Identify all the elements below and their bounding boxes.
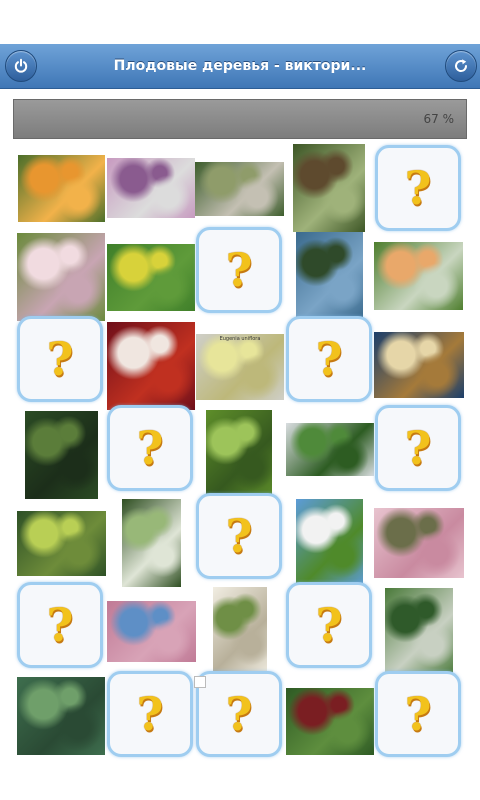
photo	[293, 144, 365, 232]
card-image-green-leaves[interactable]	[17, 677, 105, 755]
photo	[17, 677, 105, 755]
card-hidden[interactable]: ?	[196, 493, 282, 579]
card-image-blood-oranges[interactable]	[107, 322, 195, 410]
power-icon	[14, 58, 28, 73]
card-image-hedge-tree[interactable]	[385, 588, 453, 676]
photo	[374, 242, 463, 310]
status-bar	[0, 0, 480, 44]
checkbox	[194, 676, 206, 688]
photo	[107, 601, 196, 662]
refresh-button[interactable]	[445, 50, 477, 82]
photo	[385, 588, 453, 676]
card-image-botanical-illustration[interactable]	[213, 587, 267, 676]
photo	[107, 158, 195, 218]
app-header: Плодовые деревья - виктори...	[0, 44, 480, 89]
card-image-tree-canopy[interactable]	[296, 232, 363, 320]
card-hidden[interactable]: ?	[196, 227, 282, 313]
question-mark-icon: ?	[404, 421, 432, 475]
photo	[17, 511, 106, 576]
card-image-round-fruit-leaves[interactable]	[374, 242, 463, 310]
photo	[18, 155, 105, 222]
card-image-green-pod[interactable]	[286, 423, 374, 476]
card-image-eugenia-fruit[interactable]: Eugenia uniflora	[196, 334, 284, 400]
photo	[107, 244, 195, 311]
question-mark-icon: ?	[136, 421, 164, 475]
question-mark-icon: ?	[404, 161, 432, 215]
card-image-flowering-tree[interactable]	[107, 158, 195, 218]
photo	[296, 232, 363, 320]
photo	[107, 322, 195, 410]
question-mark-icon: ?	[225, 509, 253, 563]
photo	[196, 334, 284, 400]
question-mark-icon: ?	[225, 243, 253, 297]
card-hidden[interactable]: ?	[17, 316, 103, 402]
card-hidden[interactable]: ?	[375, 145, 461, 231]
photo	[17, 233, 105, 321]
photo	[213, 587, 267, 676]
question-mark-icon: ?	[315, 598, 343, 652]
page-title: Плодовые деревья - виктори...	[113, 58, 367, 74]
card-hidden[interactable]: ?	[375, 671, 461, 757]
photo	[286, 688, 374, 755]
photo	[286, 423, 374, 476]
card-hidden[interactable]: ?	[375, 405, 461, 491]
card-image-leafy-branch[interactable]	[206, 410, 272, 499]
card-image-white-blossom-tree[interactable]	[296, 499, 363, 587]
card-image-apricots[interactable]	[18, 155, 105, 222]
question-mark-icon: ?	[136, 687, 164, 741]
photo	[296, 499, 363, 587]
card-image-dark-fruits[interactable]	[293, 144, 365, 232]
card-hidden[interactable]: ?	[286, 582, 372, 668]
card-image-yellow-fruit-leaves[interactable]	[107, 244, 195, 311]
refresh-icon	[455, 59, 468, 72]
card-image-pink-tree[interactable]	[107, 601, 196, 662]
card-hidden[interactable]: ?	[17, 582, 103, 668]
photo	[122, 499, 181, 587]
question-mark-icon: ?	[46, 598, 74, 652]
progress-bar: 67 %	[13, 99, 467, 139]
photo	[195, 162, 284, 216]
card-image-berries-leaves[interactable]	[286, 688, 374, 755]
card-image-bael-fruit-cut[interactable]	[374, 332, 464, 398]
card-hidden[interactable]: ?	[107, 405, 193, 491]
question-mark-icon: ?	[315, 332, 343, 386]
card-image-leaf-cluster[interactable]	[122, 499, 181, 587]
photo-caption: Eugenia uniflora	[219, 336, 261, 342]
card-hidden[interactable]: ?	[107, 671, 193, 757]
photo	[374, 508, 464, 578]
card-image-quince-blossom[interactable]	[17, 233, 105, 321]
card-hidden[interactable]: ?	[286, 316, 372, 402]
card-image-pink-blossom-bird[interactable]	[374, 508, 464, 578]
question-mark-icon: ?	[404, 687, 432, 741]
progress-label: 67 %	[423, 112, 455, 126]
photo	[206, 410, 272, 499]
card-image-large-tree[interactable]	[25, 411, 98, 499]
photo	[374, 332, 464, 398]
power-button[interactable]	[5, 50, 37, 82]
card-hidden[interactable]: ?	[196, 671, 282, 757]
question-mark-icon: ?	[46, 332, 74, 386]
photo	[25, 411, 98, 499]
card-image-green-pears[interactable]	[17, 511, 106, 576]
question-mark-icon: ?	[225, 687, 253, 741]
card-image-palm-fronds[interactable]	[195, 162, 284, 216]
